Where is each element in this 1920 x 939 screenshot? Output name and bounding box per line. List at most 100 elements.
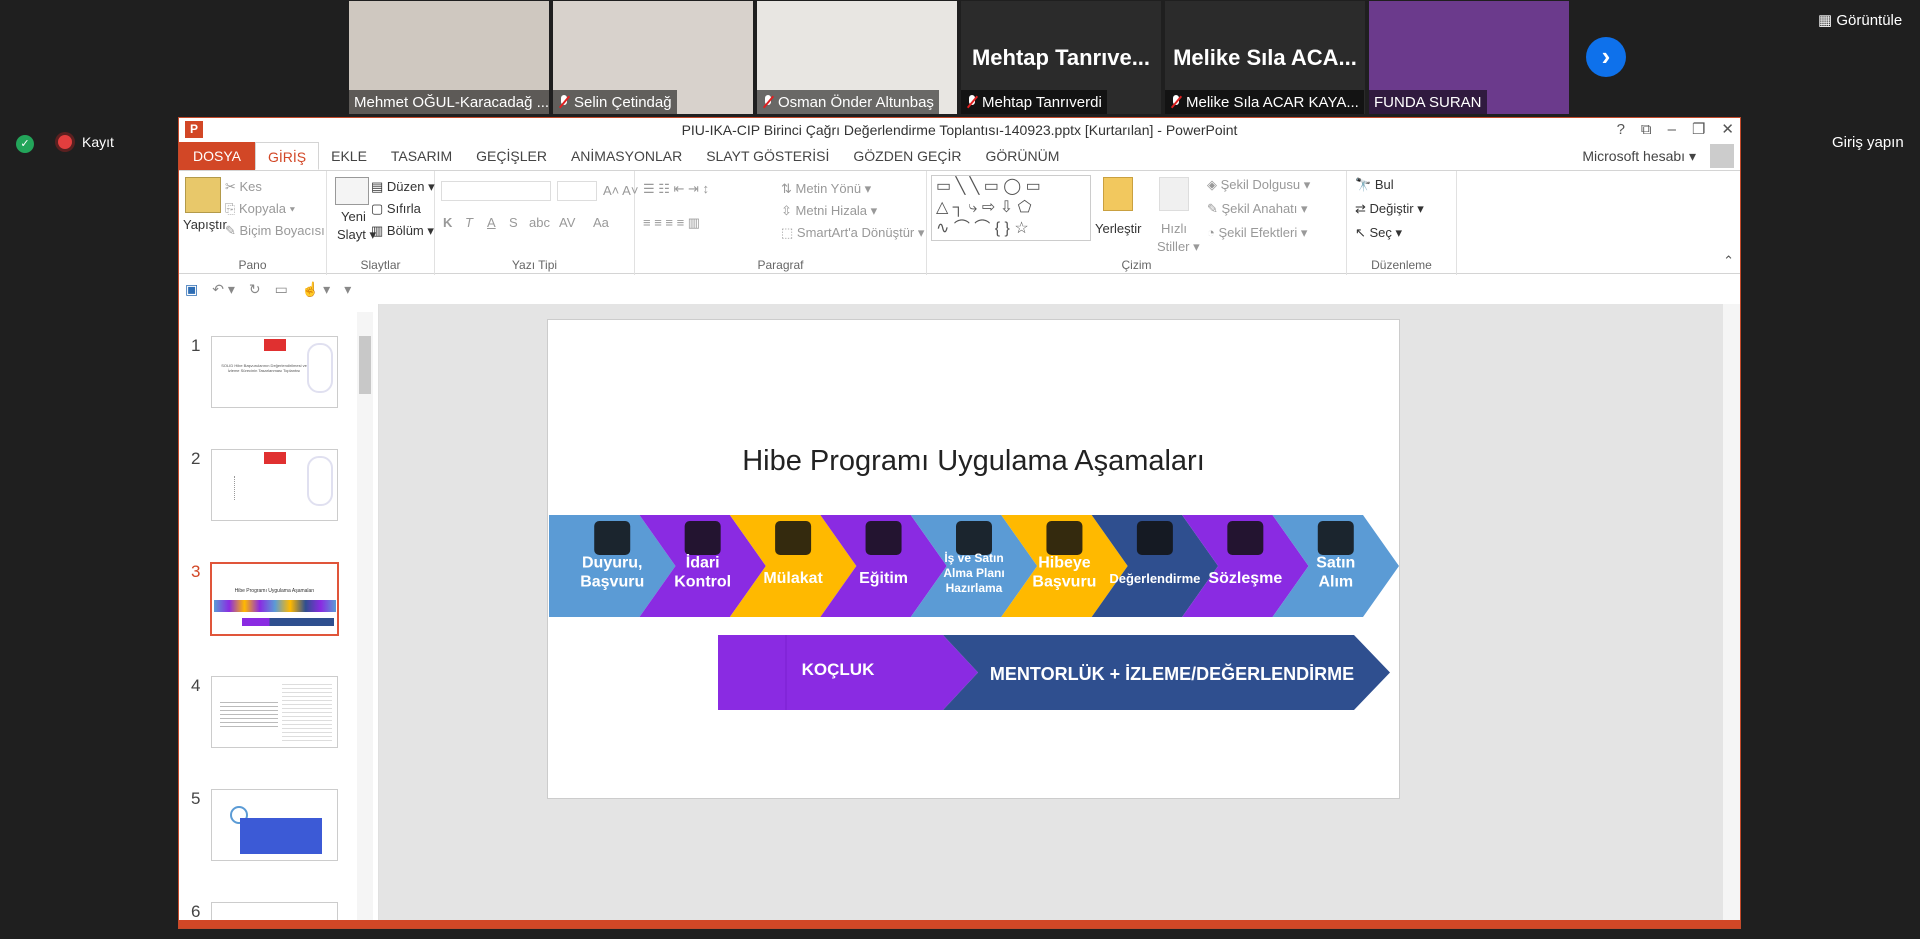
restore-icon[interactable]: ❐ bbox=[1692, 118, 1705, 142]
people-icon bbox=[775, 521, 812, 555]
participant-tile[interactable]: FUNDA SURAN bbox=[1369, 1, 1569, 114]
font-size-select[interactable] bbox=[557, 181, 597, 201]
participant-tile[interactable]: Osman Önder Altunbaş bbox=[757, 1, 957, 114]
collapse-ribbon-icon[interactable]: ⌃ bbox=[1723, 253, 1734, 269]
slide-number: 3 bbox=[191, 562, 201, 581]
editor-scrollbar[interactable] bbox=[1723, 304, 1740, 928]
align-text-icon: ⇳ bbox=[781, 203, 796, 218]
group-label: Yazı Tipi bbox=[511, 258, 558, 272]
italic-button[interactable]: T bbox=[465, 215, 473, 230]
redo-icon[interactable]: ↻ bbox=[249, 281, 261, 298]
find-button[interactable]: 🔭 Bul bbox=[1355, 177, 1394, 193]
tab-view[interactable]: GÖRÜNÜM bbox=[974, 142, 1072, 170]
align-text-button[interactable]: ⇳ Metni Hizala ▾ bbox=[781, 203, 877, 219]
slide-thumbnail-1[interactable]: SOLID Hibe Başvurularının Değerlendirilm… bbox=[211, 336, 338, 408]
powerpoint-window: P PIU-IKA-CIP Birinci Çağrı Değerlendirm… bbox=[178, 117, 1741, 929]
ribbon-display-icon[interactable]: ⧉ bbox=[1641, 118, 1652, 142]
close-icon[interactable]: ✕ bbox=[1721, 118, 1734, 142]
quick-styles-button-2[interactable]: Stiller ▾ bbox=[1157, 239, 1200, 255]
shape-outline-button[interactable]: ✎ Şekil Anahatı ▾ bbox=[1207, 201, 1308, 217]
shape-effects-button[interactable]: ◔ Şekil Efektleri ▾ bbox=[1207, 225, 1307, 241]
arrange-button[interactable]: Yerleştir bbox=[1095, 221, 1141, 236]
current-slide[interactable]: Hibe Programı Uygulama Aşamaları Duyuru,… bbox=[547, 319, 1400, 799]
participant-tile[interactable]: Melike Sıla ACA... Melike Sıla ACAR KAYA.… bbox=[1165, 1, 1365, 114]
view-button[interactable]: ▦ Görüntüle bbox=[1818, 11, 1902, 29]
shadow-button[interactable]: abc bbox=[529, 215, 550, 230]
present-icon[interactable]: ▭ bbox=[275, 281, 288, 298]
underline-button[interactable]: A bbox=[487, 215, 496, 230]
quick-styles-icon[interactable] bbox=[1159, 177, 1189, 211]
section-button[interactable]: ▥ Bölüm ▾ bbox=[371, 223, 434, 239]
tab-file[interactable]: DOSYA bbox=[179, 142, 255, 170]
tab-review[interactable]: GÖZDEN GEÇİR bbox=[841, 142, 973, 170]
spacing-button[interactable]: AV bbox=[559, 215, 575, 230]
format-painter-button[interactable]: ✎ Biçim Boyacısı bbox=[225, 223, 325, 239]
tab-slideshow[interactable]: SLAYT GÖSTERİSİ bbox=[694, 142, 841, 170]
slide-thumbnail-3[interactable]: Hibe Programı Uygulama Aşamaları bbox=[210, 562, 339, 636]
copy-button[interactable]: ⎘ Kopyala ▾ bbox=[225, 201, 295, 217]
cut-button[interactable]: ✂ Kes bbox=[225, 179, 262, 195]
group-label: Düzenleme bbox=[1371, 258, 1432, 272]
slide-thumbnail-4[interactable] bbox=[211, 676, 338, 748]
participant-name: Osman Önder Altunbaş bbox=[778, 93, 934, 111]
help-icon[interactable]: ? bbox=[1617, 118, 1625, 142]
process-step-label: Eğitim bbox=[859, 570, 908, 587]
group-editing: 🔭 Bul ⇄ Değiştir ▾ ↖ Seç ▾ Düzenleme bbox=[1347, 171, 1457, 275]
case-button[interactable]: Aa bbox=[593, 215, 609, 230]
minimize-icon[interactable]: – bbox=[1668, 118, 1676, 142]
ribbon: Yapıştır ✂ Kes ⎘ Kopyala ▾ ✎ Biçim Boyac… bbox=[179, 170, 1740, 275]
security-icon[interactable]: ✓ bbox=[16, 135, 34, 153]
text-direction-button[interactable]: ⇅ Metin Yönü ▾ bbox=[781, 181, 871, 197]
quick-styles-button[interactable]: Hızlı bbox=[1161, 221, 1187, 236]
slide-thumbnail-5[interactable] bbox=[211, 789, 338, 861]
tab-home[interactable]: GİRİŞ bbox=[254, 142, 320, 170]
flag-icon bbox=[264, 339, 286, 351]
participant-tile[interactable]: Mehtap Tanrıve... Mehtap Tanrıverdi bbox=[961, 1, 1161, 114]
record-indicator-icon bbox=[58, 135, 72, 149]
thumb-form-image bbox=[282, 681, 332, 741]
signin-button[interactable]: Giriş yapın bbox=[1832, 134, 1904, 151]
slide-thumbnail-2[interactable] bbox=[211, 449, 338, 521]
process-step-label: Değerlendirme bbox=[1109, 571, 1200, 586]
reset-button[interactable]: ▢ Sıfırla bbox=[371, 201, 421, 217]
avatar[interactable] bbox=[1710, 144, 1734, 168]
shape-fill-button[interactable]: ◈ Şekil Dolgusu ▾ bbox=[1207, 177, 1310, 193]
thumbnail-scroll-thumb[interactable] bbox=[359, 336, 371, 394]
tab-insert[interactable]: EKLE bbox=[319, 142, 379, 170]
group-font: A˄ A˅ K T A S abc AV Aa Yazı Tipi bbox=[435, 171, 638, 275]
tab-animations[interactable]: ANİMASYONLAR bbox=[559, 142, 694, 170]
tab-transitions[interactable]: GEÇİŞLER bbox=[464, 142, 559, 170]
undo-icon[interactable]: ↶ ▾ bbox=[212, 281, 235, 298]
align-icons[interactable]: ≡ ≡ ≡ ≡ ▥ bbox=[643, 215, 700, 231]
participant-tile[interactable]: Mehmet OĞUL-Karacadağ ... bbox=[349, 1, 549, 114]
tab-design[interactable]: TASARIM bbox=[379, 142, 464, 170]
grow-font-button[interactable]: A˄ A˅ bbox=[603, 183, 638, 198]
lamp-icon bbox=[684, 521, 721, 555]
strike-button[interactable]: S bbox=[509, 215, 518, 230]
participant-tile[interactable]: Selin Çetindağ bbox=[553, 1, 753, 114]
muted-mic-icon bbox=[762, 95, 774, 109]
replace-button[interactable]: ⇄ Değiştir ▾ bbox=[1355, 201, 1424, 217]
select-button[interactable]: ↖ Seç ▾ bbox=[1355, 225, 1402, 241]
new-slide-icon[interactable] bbox=[335, 177, 369, 205]
thumb-coaching-bar bbox=[242, 618, 334, 626]
save-icon[interactable]: ▣ bbox=[185, 281, 198, 298]
paste-icon[interactable] bbox=[185, 177, 221, 213]
shapes-gallery[interactable]: ▭ ╲ ╲ ▭ ◯ ▭ △ ┐ ⤷ ⇨ ⇩ ⬠ ∿ ⌒ ⌒ { } ☆ bbox=[931, 175, 1091, 241]
paste-button[interactable]: Yapıştır bbox=[183, 217, 227, 232]
account-button[interactable]: Microsoft hesabı ▾ bbox=[1582, 148, 1696, 165]
slide-number: 2 bbox=[191, 449, 201, 468]
participant-name: Mehtap Tanrıverdi bbox=[982, 93, 1102, 111]
smartart-button[interactable]: ⬚ SmartArt'a Dönüştür ▾ bbox=[781, 225, 924, 241]
replace-icon: ⇄ bbox=[1355, 201, 1370, 216]
layout-button[interactable]: ▤ Düzen ▾ bbox=[371, 179, 435, 195]
new-slide-label[interactable]: Yeni bbox=[341, 209, 366, 224]
font-name-select[interactable] bbox=[441, 181, 551, 201]
arrange-icon[interactable] bbox=[1103, 177, 1133, 211]
bullets-icon[interactable]: ☰ ☷ ⇤ ⇥ ↕ bbox=[643, 181, 709, 197]
next-participants-button[interactable]: › bbox=[1586, 37, 1626, 77]
touch-mode-icon[interactable]: ☝ ▾ bbox=[302, 281, 330, 298]
customize-qat-icon[interactable]: ▾ bbox=[344, 281, 351, 298]
bold-button[interactable]: K bbox=[443, 215, 452, 230]
thumbnail-scrollbar[interactable] bbox=[357, 312, 373, 922]
